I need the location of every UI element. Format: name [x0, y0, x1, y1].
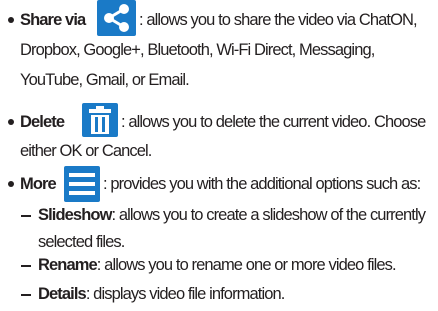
share-desc-3: YouTube, Gmail, or Email. — [20, 71, 190, 89]
delete-term-line: Delete — [20, 112, 65, 132]
share-icon — [97, 0, 136, 36]
share-desc-1: : allows you to share the video via Chat… — [139, 11, 418, 29]
slideshow-desc-1: : allows you to create a slideshow of th… — [111, 206, 427, 224]
delete-desc-1: : allows you to delete the current video… — [121, 113, 426, 131]
rename-term: Rename — [38, 256, 98, 274]
dash-details — [21, 294, 31, 296]
rename-line: Rename: allows you to rename one or more… — [38, 255, 397, 275]
more-desc-1: : provides you with the additional optio… — [103, 175, 421, 193]
share-term: Share via — [20, 11, 86, 29]
details-desc: : displays video file information. — [85, 285, 286, 303]
details-term: Details — [38, 285, 87, 303]
share-term-line: Share via — [20, 10, 86, 30]
delete-desc-2: either OK or Cancel. — [20, 142, 152, 160]
trash-icon — [82, 103, 118, 137]
rename-desc: : allows you to rename one or more video… — [96, 256, 397, 274]
slideshow-desc-2: selected files. — [38, 233, 125, 251]
menu-icon — [64, 166, 100, 202]
slideshow-line-1: Slideshow: allows you to create a slides… — [38, 205, 427, 225]
details-line: Details: displays video file information… — [38, 284, 285, 304]
more-term: More — [20, 175, 57, 193]
bullet-share — [8, 17, 14, 23]
slideshow-term: Slideshow — [38, 206, 112, 224]
dash-slideshow — [21, 215, 31, 217]
dash-rename — [21, 265, 31, 267]
delete-term: Delete — [20, 113, 65, 131]
share-desc-2: Dropbox, Google+, Bluetooth, Wi-Fi Direc… — [20, 41, 375, 59]
bullet-more — [8, 181, 14, 187]
bullet-delete — [8, 119, 14, 125]
more-term-line: More — [20, 174, 57, 194]
